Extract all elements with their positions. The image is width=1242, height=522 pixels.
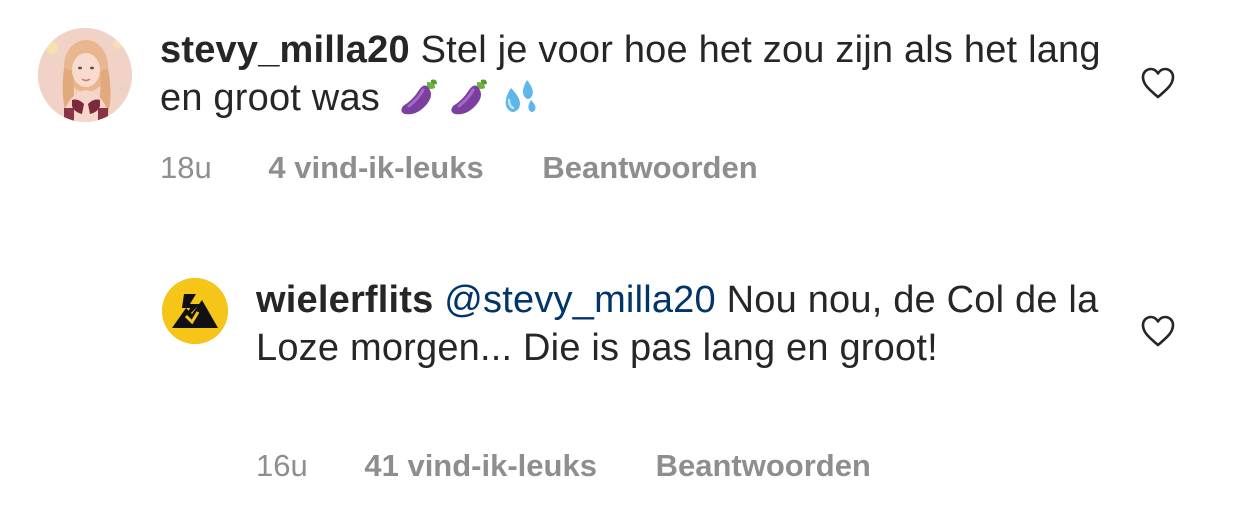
comment-timestamp: 18u [160, 150, 212, 185]
avatar-photo [38, 28, 132, 122]
comment-username[interactable]: stevy_milla20 [160, 29, 410, 71]
eggplant-emoji [447, 74, 491, 118]
heart-outline-icon[interactable] [1140, 66, 1176, 100]
reply-button[interactable]: Beantwoorden [656, 447, 871, 485]
comment-likes-count[interactable]: 4 vind-ik-leuks [268, 149, 483, 187]
comment-username[interactable]: wielerflits [256, 279, 434, 321]
heart-outline-icon[interactable] [1140, 314, 1176, 348]
comment-text: wielerflits @stevy_milla20 Nou nou, de C… [256, 276, 1126, 372]
wielerflits-logo-icon [162, 278, 228, 344]
eggplant-emoji [397, 74, 441, 118]
comment-meta: 16u 41 vind-ik-leuks Beantwoorden [256, 447, 871, 485]
avatar[interactable] [38, 28, 132, 122]
sweat-droplets-emoji [497, 74, 541, 118]
reply-button[interactable]: Beantwoorden [542, 149, 757, 187]
comment-timestamp: 16u [256, 448, 308, 483]
comment-text: stevy_milla20 Stel je voor hoe het zou z… [160, 26, 1120, 122]
comment-likes-count[interactable]: 41 vind-ik-leuks [364, 447, 597, 485]
mention-link[interactable]: @stevy_milla20 [444, 279, 716, 321]
avatar[interactable] [162, 278, 228, 344]
comment-meta: 18u 4 vind-ik-leuks Beantwoorden [160, 149, 758, 187]
